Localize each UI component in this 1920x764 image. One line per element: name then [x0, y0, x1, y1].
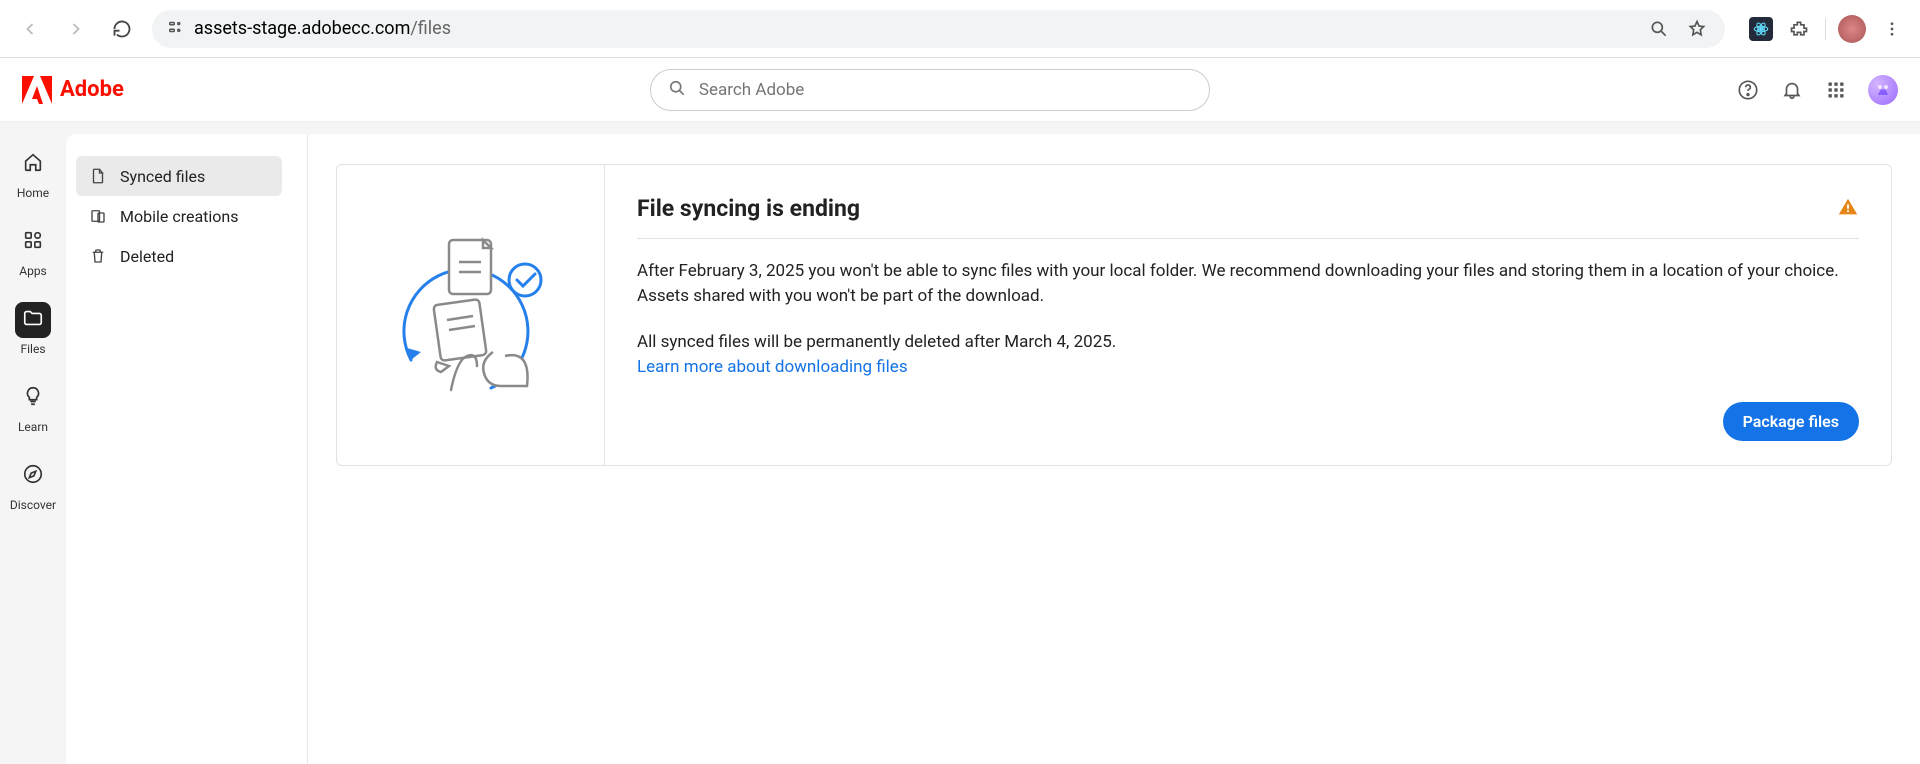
url-path: /files — [410, 18, 451, 39]
url-text: assets-stage.adobecc.com/files — [194, 18, 451, 39]
search-input[interactable] — [699, 80, 1193, 100]
banner-body: File syncing is ending After February 3,… — [605, 165, 1891, 465]
rail-label: Home — [17, 186, 49, 200]
header-right — [1736, 75, 1898, 105]
rail-item-discover[interactable]: Discover — [0, 452, 66, 518]
sidebar-item-label: Mobile creations — [120, 207, 239, 226]
banner-illustration — [337, 165, 605, 465]
brand-name: Adobe — [60, 77, 124, 102]
user-avatar[interactable] — [1868, 75, 1898, 105]
browser-reload-button[interactable] — [106, 13, 138, 45]
browser-back-button[interactable] — [14, 13, 46, 45]
apps-icon — [22, 229, 44, 255]
browser-right-controls — [1749, 15, 1906, 43]
file-icon — [88, 166, 108, 186]
sidebar-item-deleted[interactable]: Deleted — [76, 236, 282, 276]
zoom-icon[interactable] — [1645, 15, 1673, 43]
extension-react-icon[interactable] — [1749, 17, 1773, 41]
package-files-button[interactable]: Package files — [1723, 402, 1859, 441]
banner-heading: File syncing is ending — [637, 195, 1859, 239]
banner-paragraph-2: All synced files will be permanently del… — [637, 330, 1859, 379]
browser-menu-icon[interactable] — [1878, 15, 1906, 43]
warning-triangle-icon — [1837, 196, 1859, 222]
site-info-icon[interactable] — [166, 18, 184, 40]
browser-url-bar[interactable]: assets-stage.adobecc.com/files — [152, 10, 1725, 48]
sidebar-item-label: Deleted — [120, 247, 174, 266]
content-wrap: Synced files Mobile creations Deleted — [66, 134, 1920, 764]
app-header: Adobe — [0, 58, 1920, 122]
left-rail: Home Apps Files Learn Discover — [0, 122, 66, 764]
banner-p2-text: All synced files will be permanently del… — [637, 332, 1116, 352]
separator — [1825, 18, 1826, 40]
adobe-a-icon — [22, 76, 52, 104]
sync-ending-banner: File syncing is ending After February 3,… — [336, 164, 1892, 466]
banner-title: File syncing is ending — [637, 195, 860, 222]
search-icon — [667, 78, 687, 102]
sync-illustration-icon — [381, 220, 561, 410]
banner-paragraph-1: After February 3, 2025 you won't be able… — [637, 259, 1859, 308]
rail-item-home[interactable]: Home — [0, 140, 66, 206]
adobe-logo[interactable]: Adobe — [22, 76, 124, 104]
rail-item-files[interactable]: Files — [0, 296, 66, 362]
rail-label: Discover — [10, 498, 56, 512]
rail-item-apps[interactable]: Apps — [0, 218, 66, 284]
search-box[interactable] — [650, 69, 1210, 111]
notifications-bell-icon[interactable] — [1780, 78, 1804, 102]
sidebar-item-synced-files[interactable]: Synced files — [76, 156, 282, 196]
rail-item-learn[interactable]: Learn — [0, 374, 66, 440]
main-content: File syncing is ending After February 3,… — [308, 146, 1920, 764]
extensions-puzzle-icon[interactable] — [1785, 15, 1813, 43]
devices-icon — [88, 206, 108, 226]
sidebar-item-label: Synced files — [120, 167, 205, 186]
app-body: Home Apps Files Learn Discover Synced fi… — [0, 122, 1920, 764]
lightbulb-icon — [22, 385, 44, 411]
banner-actions: Package files — [637, 402, 1859, 441]
learn-more-link[interactable]: Learn more about downloading files — [637, 357, 908, 377]
rail-label: Apps — [19, 264, 47, 278]
browser-profile-avatar[interactable] — [1838, 15, 1866, 43]
home-icon — [22, 151, 44, 177]
url-host: assets-stage.adobecc.com — [194, 18, 410, 39]
browser-toolbar: assets-stage.adobecc.com/files — [0, 0, 1920, 58]
help-icon[interactable] — [1736, 78, 1760, 102]
folder-icon — [22, 307, 44, 333]
rail-label: Files — [20, 342, 45, 356]
trash-icon — [88, 246, 108, 266]
app-switcher-icon[interactable] — [1824, 78, 1848, 102]
browser-forward-button[interactable] — [60, 13, 92, 45]
files-sidebar: Synced files Mobile creations Deleted — [66, 134, 308, 764]
sidebar-item-mobile-creations[interactable]: Mobile creations — [76, 196, 282, 236]
bookmark-star-icon[interactable] — [1683, 15, 1711, 43]
rail-label: Learn — [18, 420, 48, 434]
compass-icon — [22, 463, 44, 489]
